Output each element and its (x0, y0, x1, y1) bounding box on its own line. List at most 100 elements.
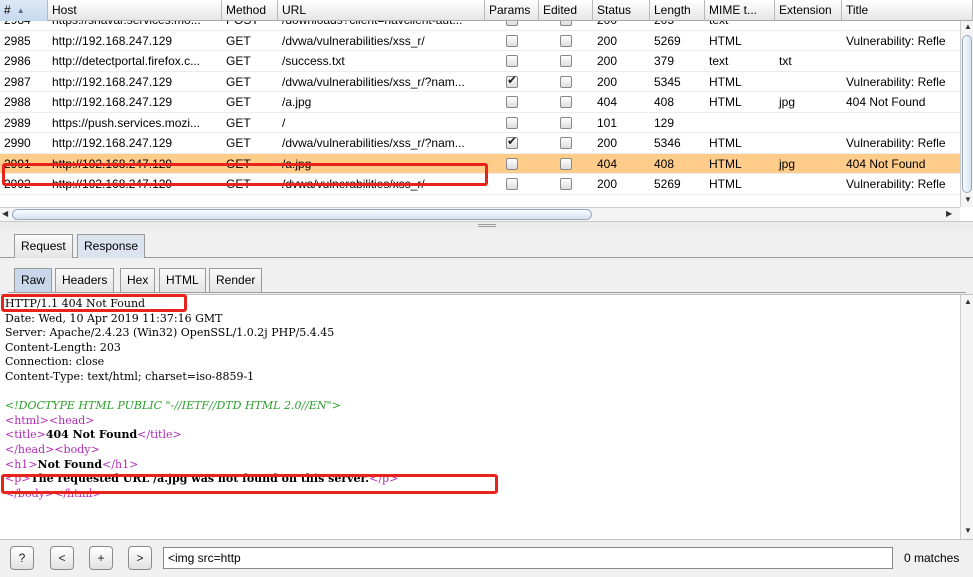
response-line: <h1>Not Found</h1> (5, 458, 398, 473)
params-checkbox (506, 34, 518, 47)
cell-status: 200 (597, 177, 618, 191)
column-header-label: MIME t... (709, 3, 757, 17)
cell-ext: jpg (779, 95, 796, 109)
scroll-thumb[interactable] (962, 35, 972, 193)
cell-host: http://192.168.247.129 (52, 95, 173, 109)
column-header-label: Method (226, 3, 267, 17)
cell-num: 2984 (0, 21, 48, 30)
cell-host: http://192.168.247.129 (52, 177, 173, 191)
cell-host: https://shavar.services.mo... (48, 21, 222, 30)
params-checkbox (506, 96, 518, 108)
scroll-down-icon[interactable]: ▼ (964, 526, 972, 535)
params-checkbox (506, 178, 518, 190)
column-header-ext[interactable]: Extension (775, 0, 842, 21)
cell-method: GET (226, 33, 251, 48)
edited-checkbox (560, 178, 572, 190)
cell-length: 205 (650, 21, 705, 30)
response-line (5, 385, 398, 400)
cell-num: 2991 (4, 156, 31, 171)
response-line: </body></html> (5, 487, 398, 502)
table-row[interactable]: 2990 http://192.168.247.129 GET/dvwa/vulne… (0, 133, 960, 154)
viewer-vertical-scrollbar[interactable]: ▲ ▼ (960, 295, 973, 539)
cell-length: 379 (654, 54, 675, 68)
column-header-mime[interactable]: MIME t... (705, 0, 775, 21)
tab-request[interactable]: Request (14, 234, 73, 258)
response-line: HTTP/1.1 404 Not Found (5, 297, 398, 312)
cell-url: /a.jpg (282, 95, 312, 109)
cell-method: GET (226, 177, 251, 191)
search-input[interactable] (163, 547, 893, 569)
scroll-down-icon[interactable]: ▼ (964, 195, 972, 204)
column-header-title[interactable]: Title (842, 0, 973, 21)
table-row[interactable]: 2992 http://192.168.247.129 GET/dvwa/vulne… (0, 174, 960, 195)
pane-splitter[interactable] (0, 222, 973, 230)
edited-checkbox (560, 96, 572, 108)
cell-url: /a.jpg (282, 156, 312, 171)
response-line: <p>The requested URL /a.jpg was not foun… (5, 472, 398, 487)
response-text-token: 404 Not Found (45, 428, 138, 442)
column-header-method[interactable]: Method (222, 0, 278, 21)
tab-headers[interactable]: Headers (55, 268, 115, 292)
table-vertical-scrollbar[interactable]: ▲ ▼ (960, 21, 973, 207)
previous-match-button[interactable]: < (50, 546, 74, 570)
params-checkbox (506, 157, 518, 170)
tab-render[interactable]: Render (209, 268, 263, 292)
cell-length: 5346 (654, 136, 681, 150)
cell-num: 2990 (4, 136, 31, 150)
edited-checkbox (560, 75, 572, 88)
scroll-up-icon[interactable]: ▲ (964, 297, 972, 306)
table-row-selected[interactable]: 2991 http://192.168.247.129 GET/a.jpg 404 40… (0, 153, 960, 174)
column-header-length[interactable]: Length (650, 0, 705, 21)
table-row[interactable]: 2985 http://192.168.247.129 GET/dvwa/vulne… (0, 31, 960, 51)
proxy-history-table[interactable]: # ▲ Host Method URL Params Edited Status Length M… (0, 0, 973, 222)
table-row[interactable]: 2988 http://192.168.247.129 GET/a.jpg 404 40… (0, 92, 960, 113)
column-header-host[interactable]: Host (48, 0, 222, 21)
response-raw-viewer[interactable]: HTTP/1.1 404 Not Found Date: Wed, 10 Apr … (0, 294, 973, 540)
splitter-grip-icon[interactable] (478, 224, 496, 227)
table-horizontal-scrollbar[interactable]: ◀ ▶ (0, 207, 960, 221)
cell-url: /dvwa/vulnerabilities/xss_r/ (282, 177, 425, 191)
response-text-token: HTTP/1.1 404 Not Found (5, 297, 146, 310)
options-button[interactable]: + (89, 546, 113, 570)
cell-status: 200 (597, 54, 618, 68)
scroll-right-icon[interactable]: ▶ (946, 209, 952, 218)
column-header-label: Title (846, 3, 869, 17)
edited-checkbox (560, 157, 572, 170)
table-row[interactable]: 2986 http://detectportal.firefox.c... GET /… (0, 51, 960, 72)
scroll-up-icon[interactable]: ▲ (964, 22, 972, 31)
column-header-url[interactable]: URL (278, 0, 485, 21)
response-text-token: Connection: close (5, 355, 105, 369)
column-header-num[interactable]: # ▲ (0, 0, 48, 21)
cell-host: http://detectportal.firefox.c... (52, 54, 201, 68)
cell-length: 408 (654, 95, 675, 109)
column-header-edited[interactable]: Edited (539, 0, 593, 21)
help-button[interactable]: ? (10, 546, 34, 570)
scroll-left-icon[interactable]: ◀ (2, 209, 8, 218)
params-checkbox (506, 116, 518, 129)
scroll-thumb[interactable] (12, 209, 592, 220)
edited-checkbox (560, 116, 572, 129)
table-row[interactable]: 2984https://shavar.services.mo...POST/do… (0, 21, 960, 31)
cell-host: http://192.168.247.129 (52, 74, 173, 89)
cell-ext (775, 133, 842, 153)
cell-title: Vulnerability: Refle (846, 136, 946, 150)
column-header-label: Extension (779, 3, 832, 17)
html-tag-token: </h1> (102, 457, 139, 471)
edited-checkbox (560, 34, 572, 47)
cell-num: 2989 (4, 115, 31, 130)
tab-raw[interactable]: Raw (14, 268, 53, 292)
cell-mime: HTML (709, 33, 742, 48)
table-row[interactable]: 2989 https://push.services.mozi... GET / 101… (0, 113, 960, 133)
cell-mime: text (709, 54, 729, 68)
cell-url: /dvwa/vulnerabilities/xss_r/?nam... (282, 74, 465, 89)
next-match-button[interactable]: > (128, 546, 152, 570)
tab-html[interactable]: HTML (159, 268, 206, 292)
html-tag-token: </p> (369, 472, 399, 486)
tab-response[interactable]: Response (77, 234, 146, 258)
cell-url: /dvwa/vulnerabilities/xss_r/ (282, 33, 425, 48)
column-header-status[interactable]: Status (593, 0, 650, 21)
tab-hex[interactable]: Hex (120, 268, 156, 292)
table-row[interactable]: 2987 http://192.168.247.129 GET/dvwa/vulne… (0, 72, 960, 92)
cell-title: Vulnerability: Refle (846, 177, 946, 191)
column-header-params[interactable]: Params (485, 0, 539, 21)
